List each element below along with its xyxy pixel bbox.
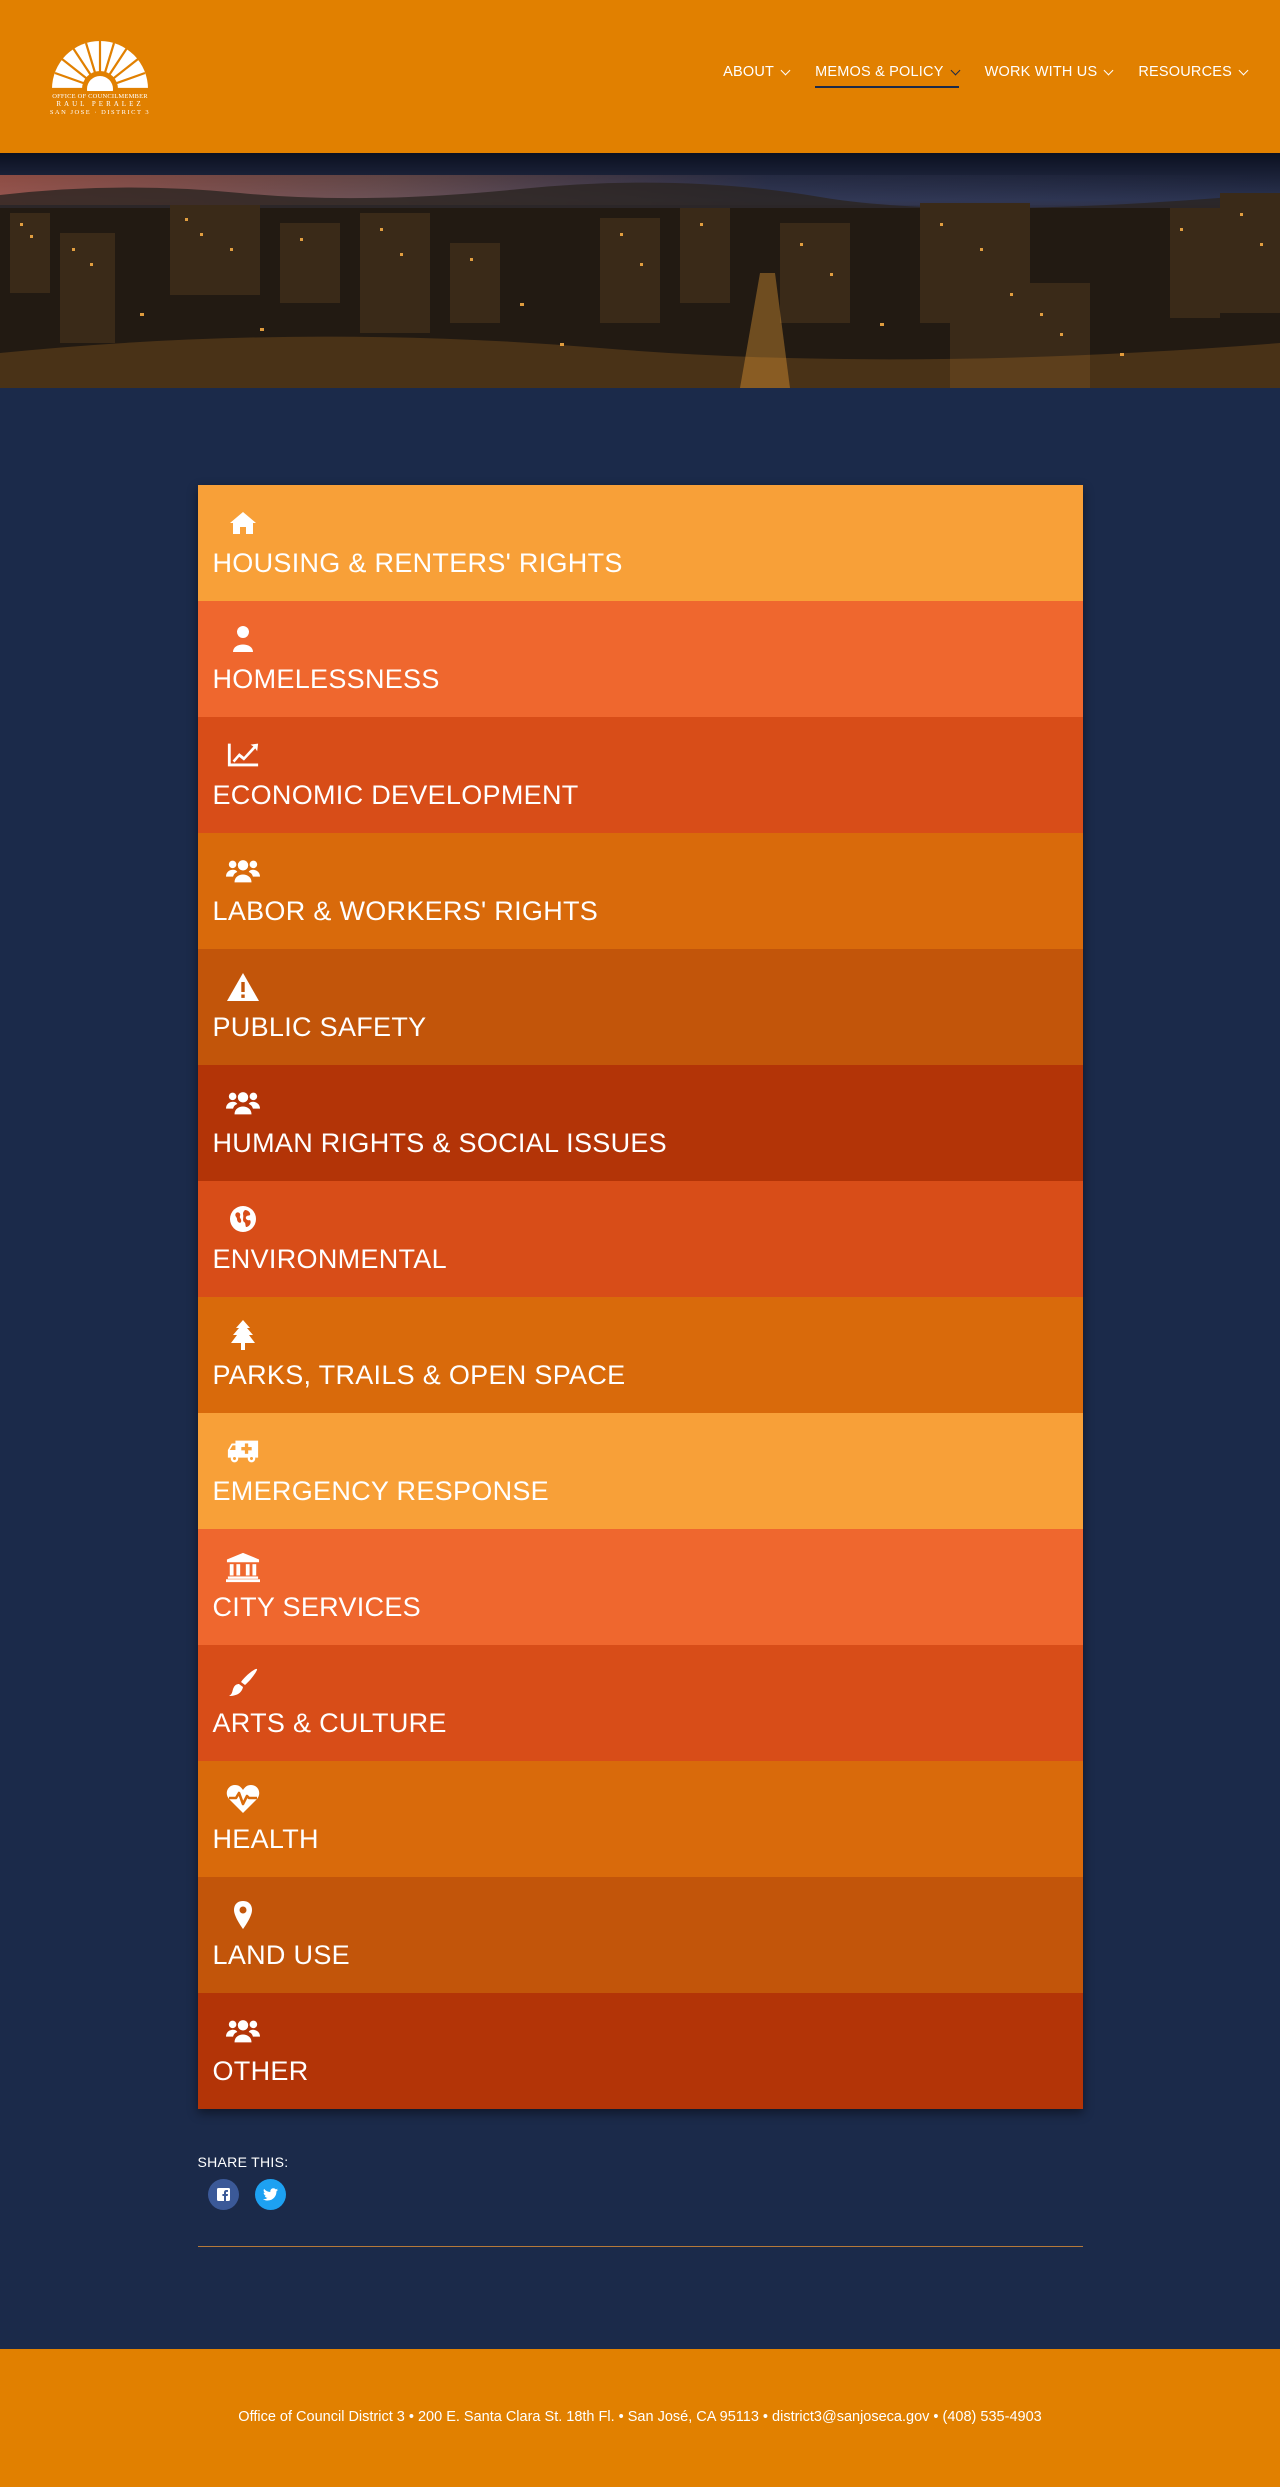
policy-item-city-services[interactable]: CITY SERVICES <box>197 1529 1083 1645</box>
users-icon <box>225 1089 260 1117</box>
share-buttons <box>207 2179 1083 2210</box>
site-footer: Office of Council District 3 • 200 E. Sa… <box>0 2349 1280 2487</box>
policy-item-label: LABOR & WORKERS' RIGHTS <box>212 896 599 926</box>
twitter-share-button[interactable] <box>254 2179 286 2210</box>
map-marker-icon <box>226 1901 260 1929</box>
user-icon <box>226 625 260 653</box>
policy-item-label: LAND USE <box>212 1940 350 1970</box>
nav-about-label: ABOUT <box>723 64 775 80</box>
policy-item-economic-development[interactable]: ECONOMIC DEVELOPMENT <box>197 717 1083 833</box>
policy-item-arts-culture[interactable]: ARTS & CULTURE <box>197 1645 1083 1761</box>
chevron-down-icon <box>1103 65 1114 76</box>
users-icon <box>225 857 260 885</box>
nav-resources[interactable]: RESOURCES <box>1138 64 1249 88</box>
nav-memos-policy[interactable]: MEMOS & POLICY <box>815 64 961 88</box>
globe-icon <box>226 1205 260 1233</box>
facebook-icon <box>216 2188 230 2201</box>
home-icon <box>226 509 260 537</box>
nav-memos-policy-label: MEMOS & POLICY <box>815 64 944 80</box>
policy-item-human-rights[interactable]: HUMAN RIGHTS & SOCIAL ISSUES <box>197 1065 1083 1181</box>
policy-item-environmental[interactable]: ENVIRONMENTAL <box>197 1181 1083 1297</box>
footer-contact-text: Office of Council District 3 • 200 E. Sa… <box>238 2409 1042 2425</box>
policy-item-label: ECONOMIC DEVELOPMENT <box>212 780 579 810</box>
warning-icon <box>226 973 260 1001</box>
policy-item-emergency-response[interactable]: EMERGENCY RESPONSE <box>197 1413 1083 1529</box>
policy-item-housing[interactable]: HOUSING & RENTERS' RIGHTS <box>197 485 1083 601</box>
nav-resources-label: RESOURCES <box>1138 64 1232 80</box>
main-nav: ABOUT MEMOS & POLICY WORK WITH US RESOUR… <box>723 64 1249 88</box>
policy-item-label: ARTS & CULTURE <box>212 1708 447 1738</box>
twitter-icon <box>262 2188 278 2201</box>
logo-line-2: RAUL PERALEZ <box>56 100 144 109</box>
line-chart-icon <box>226 741 260 769</box>
policy-item-label: ENVIRONMENTAL <box>212 1244 447 1274</box>
site-header: OFFICE OF COUNCILMEMBER RAUL PERALEZ SAN… <box>0 0 1280 153</box>
policy-item-label: PUBLIC SAFETY <box>212 1012 427 1042</box>
share-title: SHARE THIS: <box>197 2154 289 2170</box>
policy-item-label: OTHER <box>212 2056 309 2086</box>
chevron-down-icon <box>1238 65 1249 76</box>
tree-icon <box>226 1320 260 1350</box>
policy-item-label: HOUSING & RENTERS' RIGHTS <box>212 548 623 578</box>
main-content: HOUSING & RENTERS' RIGHTS HOMELESSNESS E… <box>0 388 1280 2247</box>
share-section: SHARE THIS: <box>198 2154 1083 2210</box>
logo-text: OFFICE OF COUNCILMEMBER RAUL PERALEZ SAN… <box>47 93 153 116</box>
site-logo[interactable]: OFFICE OF COUNCILMEMBER RAUL PERALEZ SAN… <box>47 33 153 118</box>
nav-work-with-us-label: WORK WITH US <box>984 64 1098 80</box>
policy-item-label: CITY SERVICES <box>212 1592 421 1622</box>
logo-line-3: SAN JOSE · DISTRICT 3 <box>49 108 151 116</box>
policy-item-label: HOMELESSNESS <box>212 664 440 694</box>
facebook-share-button[interactable] <box>207 2179 239 2210</box>
policy-item-health[interactable]: HEALTH <box>197 1761 1083 1877</box>
nav-work-with-us[interactable]: WORK WITH US <box>984 64 1114 88</box>
policy-list: HOUSING & RENTERS' RIGHTS HOMELESSNESS E… <box>197 485 1083 2109</box>
sunburst-logo-icon <box>52 41 148 91</box>
logo-line-1: OFFICE OF COUNCILMEMBER <box>52 93 148 100</box>
building-icon <box>225 1552 260 1583</box>
chevron-down-icon <box>950 65 961 76</box>
nav-about[interactable]: ABOUT <box>723 64 791 88</box>
heartbeat-icon <box>226 1785 260 1813</box>
policy-item-land-use[interactable]: LAND USE <box>197 1877 1083 1993</box>
hero-city-skyline-image <box>0 153 1280 388</box>
chevron-down-icon <box>780 65 791 76</box>
policy-item-label: HUMAN RIGHTS & SOCIAL ISSUES <box>212 1128 667 1158</box>
policy-item-public-safety[interactable]: PUBLIC SAFETY <box>197 949 1083 1065</box>
policy-item-parks[interactable]: PARKS, TRAILS & OPEN SPACE <box>197 1297 1083 1413</box>
paintbrush-icon <box>226 1668 260 1697</box>
policy-item-other[interactable]: OTHER <box>197 1993 1083 2109</box>
policy-item-label: HEALTH <box>212 1824 319 1854</box>
policy-item-homelessness[interactable]: HOMELESSNESS <box>197 601 1083 717</box>
policy-item-label: EMERGENCY RESPONSE <box>212 1476 549 1506</box>
ambulance-icon <box>226 1437 260 1465</box>
policy-item-label: PARKS, TRAILS & OPEN SPACE <box>212 1360 626 1390</box>
users-icon <box>225 2017 260 2045</box>
content-divider <box>197 2246 1083 2247</box>
policy-item-labor[interactable]: LABOR & WORKERS' RIGHTS <box>197 833 1083 949</box>
